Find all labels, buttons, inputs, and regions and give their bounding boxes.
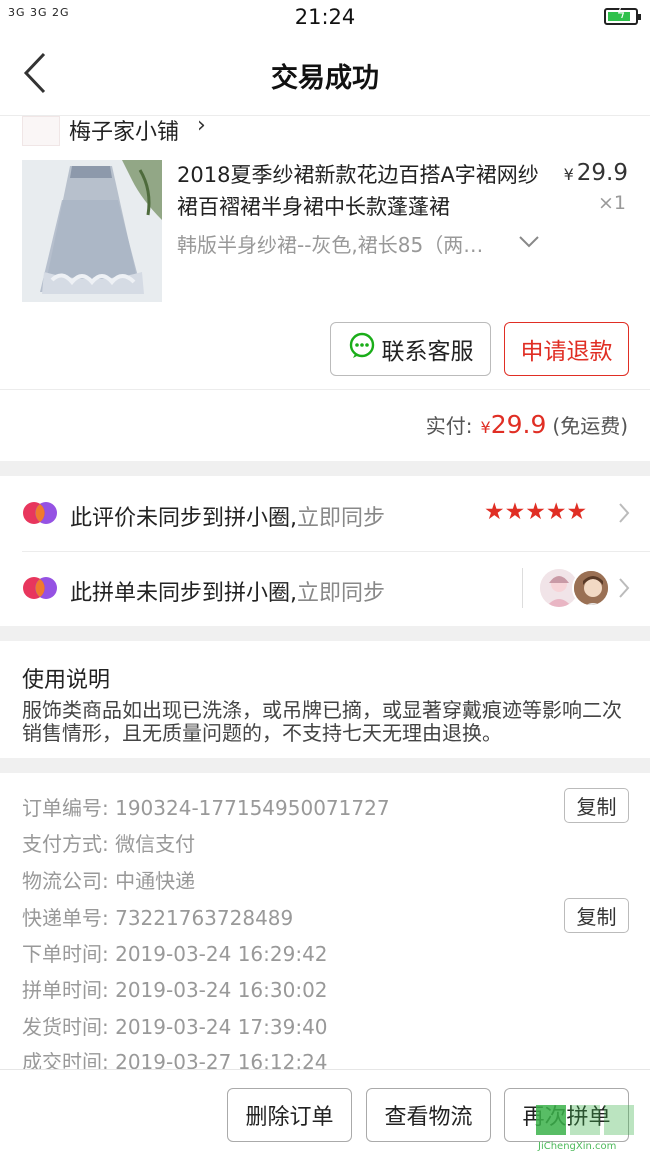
sync-review-text: 此评价未同步到拼小圈,立即同步 <box>70 500 385 532</box>
copy-tracking-number-button[interactable]: 复制 <box>564 898 629 933</box>
info-label: 物流公司: <box>22 869 109 893</box>
group-time: 2019-03-24 16:30:02 <box>115 978 328 1002</box>
pinxiaoquan-icon <box>22 575 58 601</box>
tracking-number: 73221763728489 <box>115 906 294 930</box>
group-time-row: 拼单时间: 2019-03-24 16:30:02 <box>22 974 328 1003</box>
chevron-right-icon[interactable] <box>618 577 630 603</box>
order-time: 2019-03-24 16:29:42 <box>115 942 328 966</box>
sync-review-row[interactable]: 此评价未同步到拼小圈,立即同步 ★★★★★ <box>0 477 650 549</box>
chevron-down-icon[interactable] <box>518 234 540 253</box>
product-price: ¥29.9 <box>564 160 628 186</box>
order-time-row: 下单时间: 2019-03-24 16:29:42 <box>22 938 328 967</box>
product-title[interactable]: 2018夏季纱裙新款花边百搭A字裙网纱裙百褶裙半身裙中长款蓬蓬裙 <box>177 159 549 223</box>
shop-name[interactable]: 梅子家小铺 <box>69 114 179 146</box>
payment-summary: 实付: ¥29.9 (免运费) <box>0 389 650 461</box>
contact-service-button[interactable]: 联系客服 <box>330 322 491 376</box>
shipping-note: (免运费) <box>552 414 628 438</box>
sync-now-link[interactable]: 立即同步 <box>297 581 385 606</box>
avatar <box>572 569 610 607</box>
view-logistics-button[interactable]: 查看物流 <box>366 1088 491 1142</box>
sync-review-message: 此评价未同步到拼小圈, <box>70 506 297 531</box>
ship-time-row: 发货时间: 2019-03-24 17:39:40 <box>22 1011 328 1040</box>
info-label: 订单编号: <box>22 796 109 820</box>
product-quantity: ×1 <box>597 192 626 214</box>
sync-group-row[interactable]: 此拼单未同步到拼小圈,立即同步 <box>0 552 650 624</box>
rating-stars: ★★★★★ <box>484 499 588 525</box>
section-divider <box>0 758 650 773</box>
product-image[interactable] <box>22 160 162 302</box>
payment-text: 实付: ¥29.9 (免运费) <box>426 410 628 439</box>
info-label: 下单时间: <box>22 942 109 966</box>
product-spec[interactable]: 韩版半身纱裙--灰色,裙长85（两… <box>177 229 522 258</box>
shop-chevron-icon[interactable]: › <box>197 113 206 138</box>
order-number-row: 订单编号: 190324-177154950071727 <box>22 792 390 821</box>
ship-time: 2019-03-24 17:39:40 <box>115 1015 328 1039</box>
delete-order-button[interactable]: 删除订单 <box>227 1088 352 1142</box>
notice-body: 服饰类商品如出现已洗涤，或吊牌已摘，或显著穿戴痕迹等影响二次销售情形，且无质量问… <box>22 698 622 745</box>
payment-label: 实付: <box>425 414 473 438</box>
info-label: 发货时间: <box>22 1015 109 1039</box>
currency-symbol: ¥ <box>480 418 491 437</box>
currency-symbol: ¥ <box>563 165 574 184</box>
contact-service-label: 联系客服 <box>381 339 474 365</box>
price-value: 29.9 <box>576 160 628 186</box>
charging-bolt-icon: ϟ <box>616 7 626 22</box>
chevron-right-icon[interactable] <box>618 502 630 528</box>
section-divider <box>0 461 650 476</box>
svg-text:JiChengXin.com: JiChengXin.com <box>537 1141 616 1152</box>
order-number: 190324-177154950071727 <box>115 796 390 820</box>
logistics-company-row: 物流公司: 中通快递 <box>22 865 195 894</box>
pinxiaoquan-icon <box>22 500 58 526</box>
request-refund-button[interactable]: 申请退款 <box>504 322 629 376</box>
watermark-logo: JiChengXin.com <box>534 1103 646 1153</box>
shop-logo <box>22 116 60 146</box>
info-label: 支付方式: <box>22 832 109 856</box>
logistics-company: 中通快递 <box>115 869 196 893</box>
status-bar: 3G 3G 2G 21:24 ϟ <box>0 0 650 34</box>
vertical-divider <box>522 568 523 608</box>
battery-charging-icon: ϟ <box>604 7 641 25</box>
sync-group-text: 此拼单未同步到拼小圈,立即同步 <box>70 575 385 607</box>
tracking-number-row: 快递单号: 73221763728489 <box>22 902 293 931</box>
wechat-icon <box>348 332 376 366</box>
payment-method-row: 支付方式: 微信支付 <box>22 828 195 857</box>
sync-group-message: 此拼单未同步到拼小圈, <box>70 581 297 606</box>
copy-order-number-button[interactable]: 复制 <box>564 788 629 823</box>
status-time: 21:24 <box>294 5 356 29</box>
notice-title: 使用说明 <box>22 668 111 693</box>
info-label: 拼单时间: <box>22 978 109 1002</box>
page-title: 交易成功 <box>271 63 379 94</box>
section-divider <box>0 626 650 641</box>
info-label: 快递单号: <box>22 906 109 930</box>
payment-amount: 29.9 <box>490 410 547 439</box>
nav-bar: 交易成功 <box>0 34 650 116</box>
sync-now-link[interactable]: 立即同步 <box>297 506 385 531</box>
payment-method: 微信支付 <box>115 832 196 856</box>
